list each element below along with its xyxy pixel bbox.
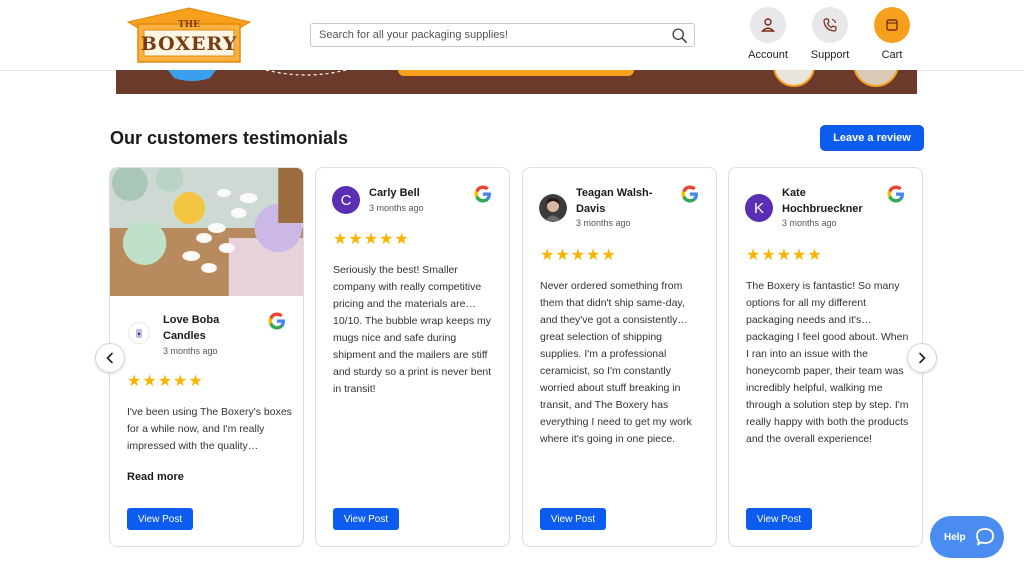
- google-icon: [474, 185, 491, 203]
- reviewer-name: Teagan Walsh-Davis: [576, 187, 653, 215]
- cart-label: Cart: [881, 49, 903, 61]
- google-icon: [681, 185, 698, 203]
- google-icon: [887, 185, 904, 203]
- svg-text:THE: THE: [178, 20, 200, 30]
- promo-banner[interactable]: [116, 70, 917, 94]
- review-time: 3 months ago: [163, 346, 218, 356]
- review-text: Seriously the best! Smaller company with…: [333, 264, 492, 395]
- carousel-next-button[interactable]: [907, 343, 937, 373]
- chat-bubble-icon: [975, 528, 994, 546]
- avatar: [128, 322, 150, 344]
- cart-icon: [886, 19, 898, 31]
- read-more-link[interactable]: Read more: [127, 471, 184, 483]
- review-card: Love Boba Candles 3 months ago ★★★★★ I'v…: [109, 167, 304, 547]
- review-text: I've been using The Boxery's boxes for a…: [127, 406, 292, 452]
- google-icon: [268, 312, 285, 330]
- review-card: K Kate Hochbrueckner 3 months ago ★★★★★ …: [728, 167, 923, 547]
- review-card: Teagan Walsh-Davis 3 months ago ★★★★★ Ne…: [522, 167, 717, 547]
- search-input[interactable]: [319, 27, 659, 43]
- star-rating: ★★★★★: [746, 247, 823, 264]
- account-button[interactable]: Account: [743, 7, 793, 61]
- review-time: 3 months ago: [782, 218, 837, 228]
- banner-artwork: [116, 70, 917, 94]
- avatar: C: [332, 186, 360, 214]
- review-photo[interactable]: [110, 168, 303, 296]
- star-rating: ★★★★★: [127, 373, 204, 390]
- leave-review-button[interactable]: Leave a review: [820, 125, 924, 151]
- svg-text:BOXERY: BOXERY: [141, 33, 238, 55]
- review-time: 3 months ago: [576, 218, 631, 228]
- cart-button[interactable]: Cart: [867, 7, 917, 61]
- review-time: 3 months ago: [369, 203, 424, 213]
- review-card: C Carly Bell 3 months ago ★★★★★ Seriousl…: [315, 167, 510, 547]
- review-text: The Boxery is fantastic! So many options…: [746, 280, 909, 445]
- search-icon[interactable]: [671, 27, 688, 44]
- chevron-left-icon: [106, 352, 113, 364]
- view-post-button[interactable]: View Post: [540, 508, 606, 530]
- reviewer-name: Kate Hochbrueckner: [782, 187, 863, 215]
- phone-icon: [823, 18, 837, 32]
- star-rating: ★★★★★: [540, 247, 617, 264]
- reviewer-name: Love Boba Candles: [163, 314, 220, 342]
- view-post-button[interactable]: View Post: [746, 508, 812, 530]
- boxery-logo[interactable]: THE BOXERY: [122, 6, 256, 64]
- testimonials-heading: Our customers testimonials: [110, 128, 349, 148]
- star-rating: ★★★★★: [333, 231, 410, 248]
- reviewer-name: Carly Bell: [369, 187, 420, 199]
- review-header: Love Boba Candles 3 months ago: [110, 296, 303, 356]
- site-header: THE BOXERY Account Support: [0, 0, 1024, 71]
- review-text: Never ordered something from them that d…: [540, 280, 692, 445]
- account-label: Account: [748, 49, 788, 61]
- carousel-prev-button[interactable]: [95, 343, 125, 373]
- help-widget-button[interactable]: Help: [930, 516, 1004, 558]
- support-label: Support: [810, 49, 850, 61]
- view-post-button[interactable]: View Post: [127, 508, 193, 530]
- user-icon: [760, 18, 776, 32]
- avatar: K: [745, 194, 773, 222]
- avatar: [539, 194, 567, 222]
- support-button[interactable]: Support: [805, 7, 855, 61]
- chevron-right-icon: [919, 352, 926, 364]
- search-bar: [310, 23, 695, 47]
- help-label: Help: [944, 531, 966, 543]
- view-post-button[interactable]: View Post: [333, 508, 399, 530]
